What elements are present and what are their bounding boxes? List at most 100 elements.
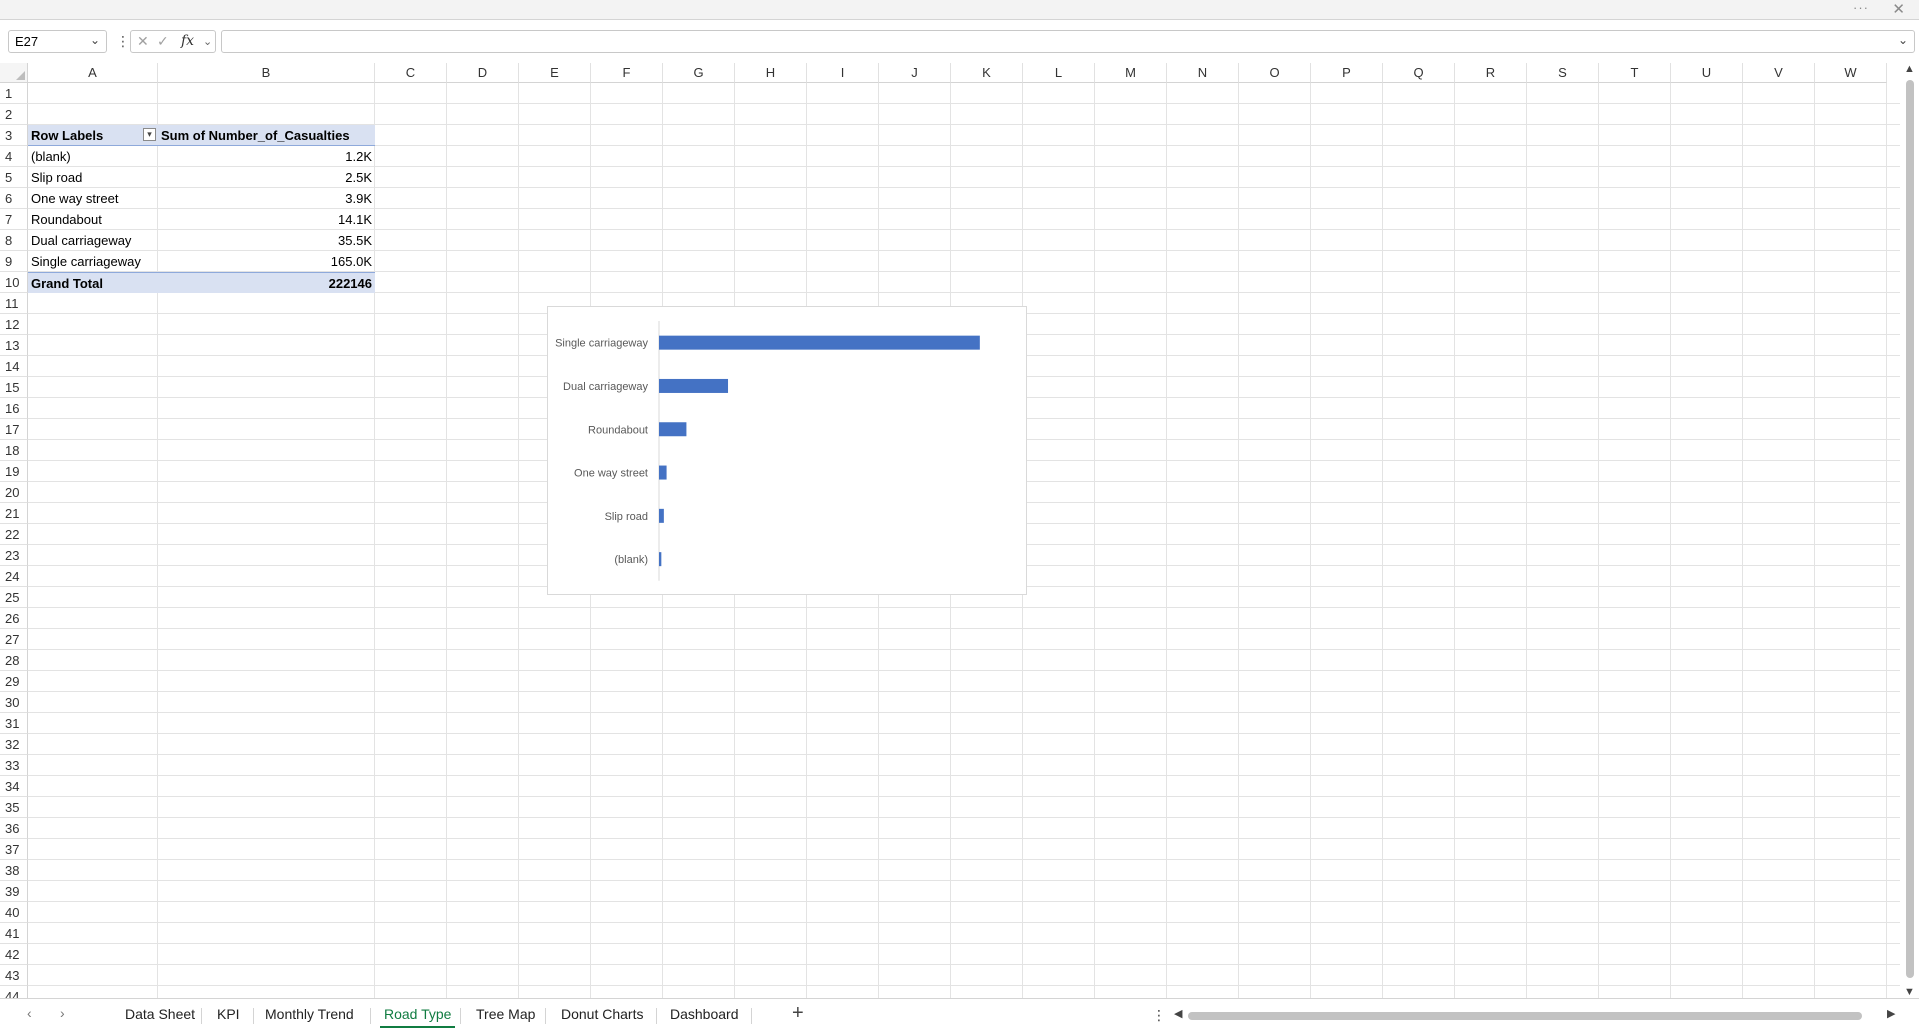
row-header-16[interactable]: 16 xyxy=(0,398,28,419)
bar[interactable] xyxy=(659,378,729,393)
column-header-g[interactable]: G xyxy=(663,63,735,83)
bar[interactable] xyxy=(659,422,687,437)
row-header-5[interactable]: 5 xyxy=(0,167,28,188)
column-header-n[interactable]: N xyxy=(1167,63,1239,83)
row-header-38[interactable]: 38 xyxy=(0,860,28,881)
name-box[interactable]: E27 ⌄ xyxy=(8,30,107,53)
bar-chart[interactable]: Single carriageway Dual carriageway Rounda… xyxy=(547,306,1027,595)
row-header-26[interactable]: 26 xyxy=(0,608,28,629)
row-header-35[interactable]: 35 xyxy=(0,797,28,818)
row-header-14[interactable]: 14 xyxy=(0,356,28,377)
bar[interactable] xyxy=(659,465,667,480)
column-header-h[interactable]: H xyxy=(735,63,807,83)
column-header-m[interactable]: M xyxy=(1095,63,1167,83)
pivot-grand-total-row[interactable]: Grand Total 222146 xyxy=(28,272,375,293)
column-header-q[interactable]: Q xyxy=(1383,63,1455,83)
row-header-9[interactable]: 9 xyxy=(0,251,28,272)
tab-donut-charts[interactable]: Donut Charts xyxy=(557,1006,647,1022)
row-header-24[interactable]: 24 xyxy=(0,566,28,587)
pivot-row[interactable]: Slip road 2.5K xyxy=(28,167,375,188)
pivot-row[interactable]: Roundabout 14.1K xyxy=(28,209,375,230)
enter-icon[interactable]: ✓ xyxy=(157,33,169,50)
expand-formula-bar-icon[interactable]: ⌄ xyxy=(1898,33,1908,47)
row-header-28[interactable]: 28 xyxy=(0,650,28,671)
column-header-t[interactable]: T xyxy=(1599,63,1671,83)
pivot-header-row[interactable]: Row Labels ▾ Sum of Number_of_Casualties xyxy=(28,125,375,146)
column-header-u[interactable]: U xyxy=(1671,63,1743,83)
next-sheet-icon[interactable]: › xyxy=(60,1005,65,1021)
filter-dropdown-icon[interactable]: ▾ xyxy=(143,128,156,141)
more-options-icon[interactable]: ··· xyxy=(1853,0,1869,15)
row-header-40[interactable]: 40 xyxy=(0,902,28,923)
bar[interactable] xyxy=(659,335,980,350)
vertical-scrollbar[interactable]: ▲ ▼ xyxy=(1900,63,1919,998)
row-header-1[interactable]: 1 xyxy=(0,83,28,104)
row-header-15[interactable]: 15 xyxy=(0,377,28,398)
vertical-dots-icon[interactable]: ⋮ xyxy=(1152,1007,1166,1024)
row-header-4[interactable]: 4 xyxy=(0,146,28,167)
row-header-12[interactable]: 12 xyxy=(0,314,28,335)
row-header-27[interactable]: 27 xyxy=(0,629,28,650)
row-header-6[interactable]: 6 xyxy=(0,188,28,209)
row-header-36[interactable]: 36 xyxy=(0,818,28,839)
row-header-20[interactable]: 20 xyxy=(0,482,28,503)
row-header-7[interactable]: 7 xyxy=(0,209,28,230)
row-header-10[interactable]: 10 xyxy=(0,272,28,293)
cancel-icon[interactable]: ✕ xyxy=(137,33,149,50)
add-sheet-button[interactable]: + xyxy=(792,1002,804,1025)
select-all-button[interactable] xyxy=(0,63,28,83)
scroll-down-icon[interactable]: ▼ xyxy=(1904,986,1915,998)
previous-sheet-icon[interactable]: ‹ xyxy=(27,1005,32,1021)
column-header-p[interactable]: P xyxy=(1311,63,1383,83)
insert-function-button[interactable]: fx xyxy=(181,33,194,49)
horizontal-scroll-thumb[interactable] xyxy=(1188,1012,1862,1020)
row-header-2[interactable]: 2 xyxy=(0,104,28,125)
tab-kpi[interactable]: KPI xyxy=(213,1006,244,1022)
pivot-row[interactable]: One way street 3.9K xyxy=(28,188,375,209)
scroll-left-icon[interactable]: ◀ xyxy=(1174,1007,1182,1020)
row-header-13[interactable]: 13 xyxy=(0,335,28,356)
formula-input[interactable]: ⌄ xyxy=(221,30,1915,53)
row-header-18[interactable]: 18 xyxy=(0,440,28,461)
row-header-41[interactable]: 41 xyxy=(0,923,28,944)
row-header-22[interactable]: 22 xyxy=(0,524,28,545)
column-header-c[interactable]: C xyxy=(375,63,447,83)
tab-road-type[interactable]: Road Type xyxy=(380,1006,456,1028)
scroll-up-icon[interactable]: ▲ xyxy=(1904,63,1915,75)
row-header-29[interactable]: 29 xyxy=(0,671,28,692)
column-header-d[interactable]: D xyxy=(447,63,519,83)
vertical-dots-icon[interactable]: ⋮ xyxy=(116,33,130,50)
row-header-30[interactable]: 30 xyxy=(0,692,28,713)
column-header-v[interactable]: V xyxy=(1743,63,1815,83)
chevron-down-icon[interactable]: ⌄ xyxy=(90,33,100,47)
column-header-w[interactable]: W xyxy=(1815,63,1887,83)
row-header-32[interactable]: 32 xyxy=(0,734,28,755)
column-header-l[interactable]: L xyxy=(1023,63,1095,83)
column-header-k[interactable]: K xyxy=(951,63,1023,83)
column-header-e[interactable]: E xyxy=(519,63,591,83)
column-header-b[interactable]: B xyxy=(158,63,375,83)
tab-data-sheet[interactable]: Data Sheet xyxy=(121,1006,199,1022)
pivot-row[interactable]: (blank) 1.2K xyxy=(28,146,375,167)
pivot-row[interactable]: Single carriageway 165.0K xyxy=(28,251,375,272)
column-header-a[interactable]: A xyxy=(28,63,158,83)
tab-dashboard[interactable]: Dashboard xyxy=(666,1006,743,1022)
bar[interactable] xyxy=(659,552,662,567)
row-header-11[interactable]: 11 xyxy=(0,293,28,314)
bar[interactable] xyxy=(659,508,664,523)
row-header-44[interactable]: 44 xyxy=(0,986,28,998)
tab-tree-map[interactable]: Tree Map xyxy=(472,1006,539,1022)
row-header-3[interactable]: 3 xyxy=(0,125,28,146)
row-header-17[interactable]: 17 xyxy=(0,419,28,440)
column-header-o[interactable]: O xyxy=(1239,63,1311,83)
tab-monthly-trend[interactable]: Monthly Trend xyxy=(261,1006,358,1022)
column-header-j[interactable]: J xyxy=(879,63,951,83)
chevron-down-icon[interactable]: ⌄ xyxy=(203,35,212,48)
row-header-34[interactable]: 34 xyxy=(0,776,28,797)
row-header-39[interactable]: 39 xyxy=(0,881,28,902)
vertical-scroll-thumb[interactable] xyxy=(1906,80,1914,978)
row-header-31[interactable]: 31 xyxy=(0,713,28,734)
row-header-43[interactable]: 43 xyxy=(0,965,28,986)
row-header-19[interactable]: 19 xyxy=(0,461,28,482)
column-header-i[interactable]: I xyxy=(807,63,879,83)
